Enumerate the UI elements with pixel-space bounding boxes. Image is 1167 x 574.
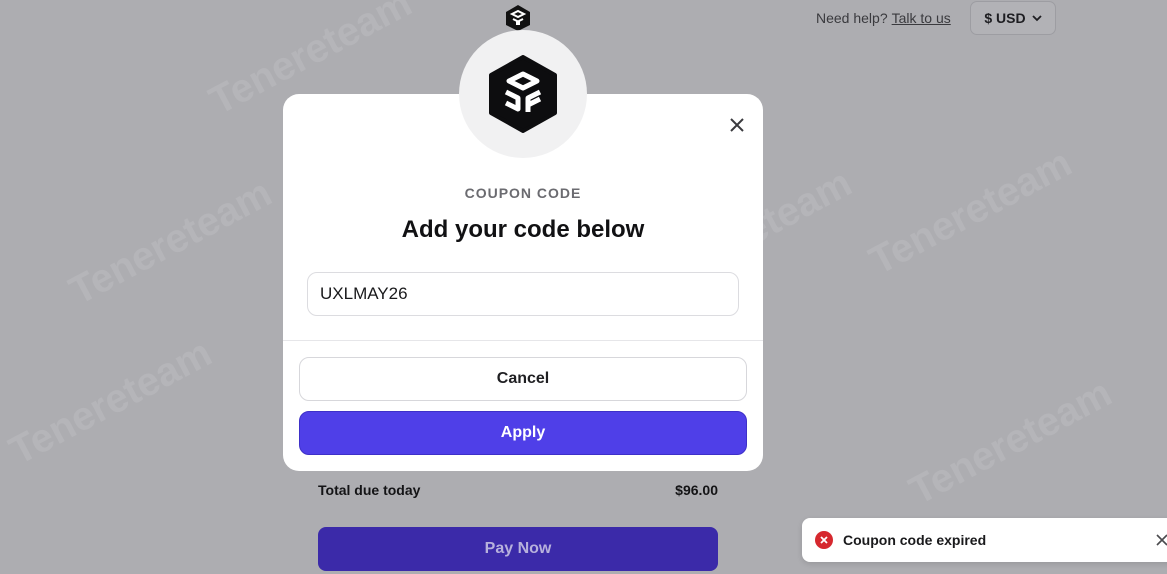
watermark: Tenereteam [902, 370, 1119, 514]
pay-now-button[interactable]: Pay Now [318, 527, 718, 571]
currency-select[interactable]: $ USD [970, 1, 1056, 35]
watermark: Tenereteam [62, 170, 279, 314]
close-icon [730, 118, 744, 132]
modal-divider [283, 340, 763, 341]
total-due-row: Total due today $96.00 [318, 482, 718, 498]
modal-logo-badge [459, 30, 587, 158]
toast-close-button[interactable] [1152, 530, 1167, 550]
chevron-down-icon [1031, 14, 1042, 21]
error-toast: Coupon code expired [802, 518, 1167, 562]
toast-message: Coupon code expired [843, 532, 987, 548]
brand-logo-icon [505, 4, 531, 32]
apply-button[interactable]: Apply [299, 411, 747, 455]
watermark: Tenereteam [2, 330, 219, 474]
coupon-code-input[interactable] [307, 272, 739, 316]
help-label: Need help? [816, 10, 888, 26]
total-due-label: Total due today [318, 482, 421, 498]
brand-hexagon-icon [489, 55, 557, 133]
talk-to-us-link[interactable]: Talk to us [892, 10, 951, 26]
total-due-value: $96.00 [675, 482, 718, 498]
cancel-button[interactable]: Cancel [299, 357, 747, 401]
modal-eyebrow: COUPON CODE [464, 185, 582, 201]
close-icon [1156, 534, 1167, 546]
watermark: Tenereteam [862, 140, 1079, 284]
modal-title: Add your code below [401, 216, 645, 243]
help-text: Need help? Talk to us [816, 10, 951, 26]
error-icon [815, 531, 833, 549]
close-modal-button[interactable] [724, 112, 750, 138]
currency-label: $ USD [984, 10, 1026, 26]
